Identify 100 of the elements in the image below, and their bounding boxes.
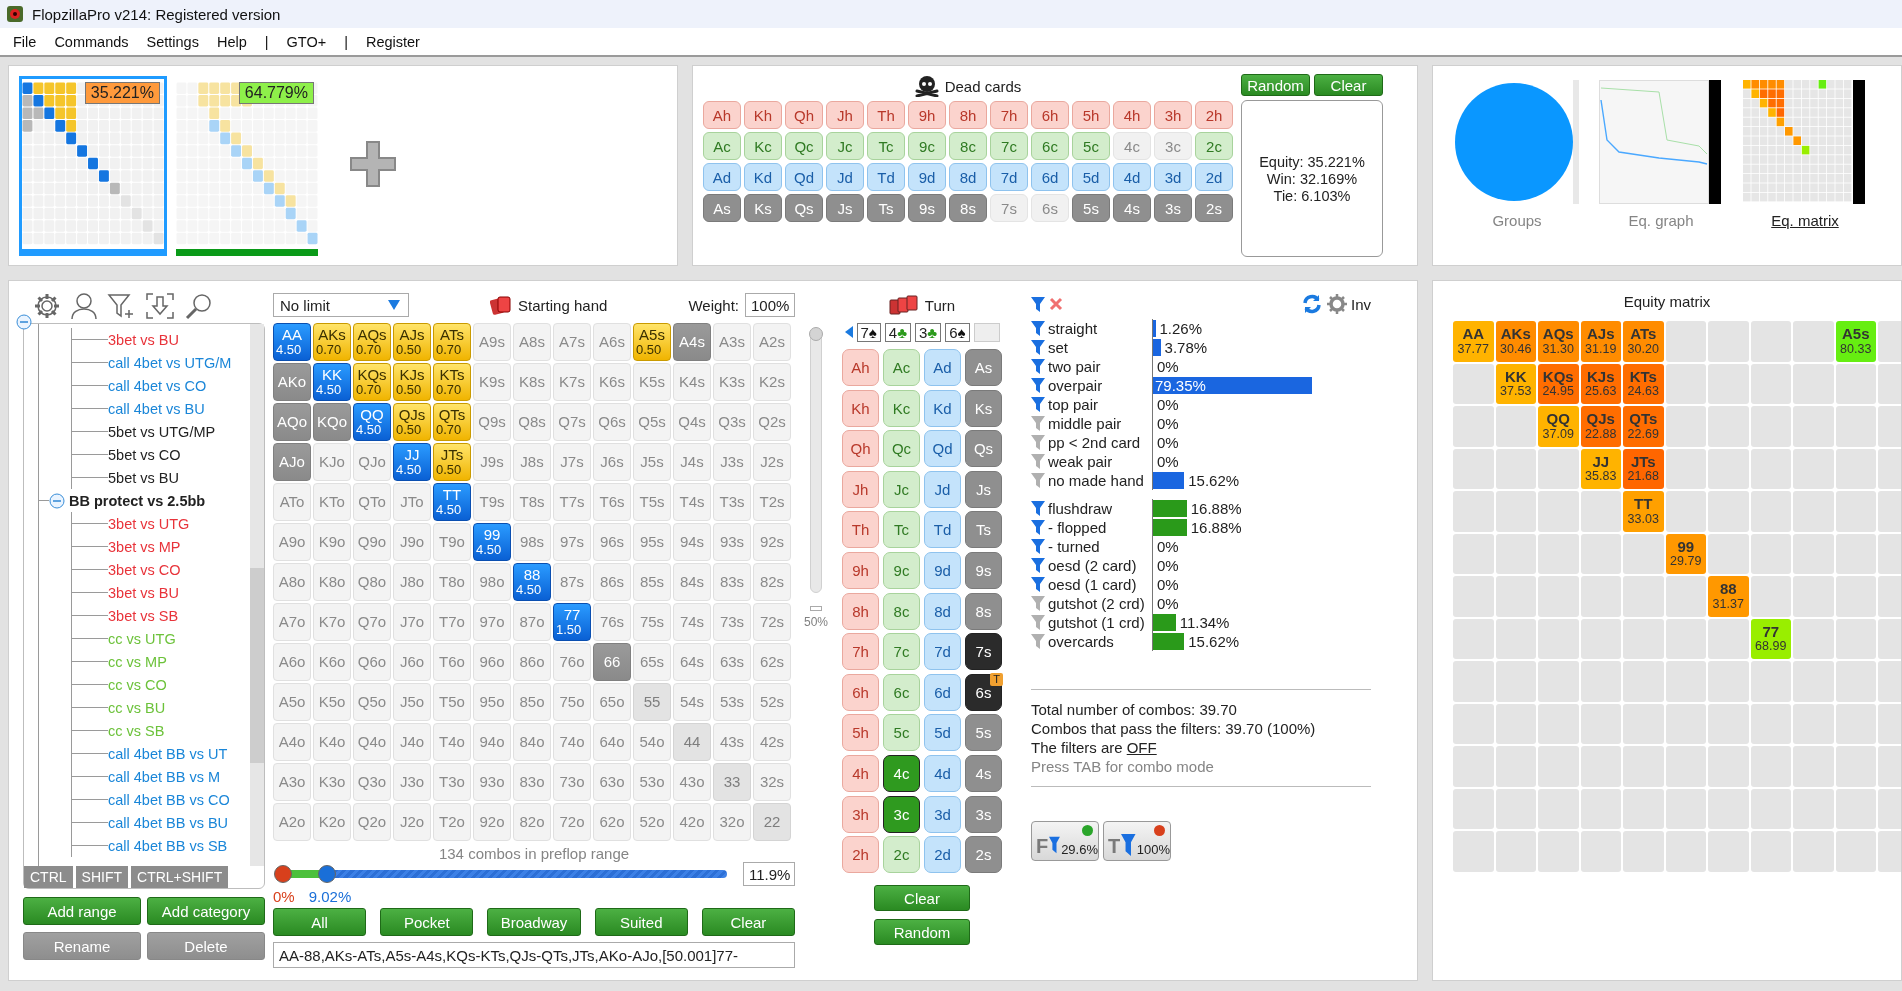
card-button[interactable]: 8c xyxy=(949,132,987,160)
tree-button[interactable]: Add range xyxy=(23,897,141,925)
hand-cell[interactable]: T9s xyxy=(473,483,511,521)
matrix-cell[interactable] xyxy=(1750,448,1791,489)
import-icon[interactable] xyxy=(145,292,175,320)
card-button[interactable]: 8c xyxy=(883,592,920,630)
matrix-cell[interactable] xyxy=(1750,321,1791,362)
filter-icon[interactable] xyxy=(1031,434,1045,451)
matrix-cell[interactable] xyxy=(1623,661,1664,702)
matrix-cell[interactable] xyxy=(1708,491,1749,532)
matrix-cell[interactable] xyxy=(1708,448,1749,489)
filter-toggle-button[interactable]: T 100% xyxy=(1103,821,1171,861)
card-button[interactable]: Kh xyxy=(744,101,782,129)
hand-cell[interactable]: 96s xyxy=(593,523,631,561)
menu-item[interactable]: Register xyxy=(356,33,429,50)
preset-button[interactable]: All xyxy=(273,908,367,936)
card-button[interactable]: 3c xyxy=(883,795,920,833)
matrix-cell[interactable] xyxy=(1538,703,1579,744)
hand-cell[interactable]: QJo xyxy=(353,443,391,481)
equity-cell[interactable]: TT 33.03 xyxy=(1623,491,1664,532)
hand-cell[interactable]: 64s xyxy=(673,643,711,681)
hand-cell[interactable]: K9o xyxy=(313,523,351,561)
equity-cell[interactable]: JJ 35.83 xyxy=(1580,448,1621,489)
card-button[interactable]: Ac xyxy=(703,132,741,160)
matrix-cell[interactable] xyxy=(1793,448,1834,489)
matrix-cell[interactable] xyxy=(1793,533,1834,574)
matrix-cell[interactable] xyxy=(1538,788,1579,829)
card-button[interactable]: Kc xyxy=(883,389,920,427)
hand-cell[interactable]: 32o xyxy=(713,803,751,841)
matrix-cell[interactable] xyxy=(1580,703,1621,744)
hand-cell[interactable]: 99 4.50 xyxy=(473,523,511,561)
card-button[interactable]: Jd xyxy=(826,163,864,191)
card-button[interactable]: 9d xyxy=(908,163,946,191)
card-button[interactable]: 9c xyxy=(908,132,946,160)
matrix-cell[interactable] xyxy=(1580,746,1621,787)
hand-cell[interactable]: AKo xyxy=(273,363,311,401)
hand-cell[interactable]: T9o xyxy=(433,523,471,561)
hand-cell[interactable]: 87s xyxy=(553,563,591,601)
slider-thumb[interactable] xyxy=(809,327,823,341)
matrix-cell[interactable] xyxy=(1835,831,1876,872)
card-button[interactable]: 3s xyxy=(1154,194,1192,222)
hand-cell[interactable]: J9s xyxy=(473,443,511,481)
hand-cell[interactable]: A3s xyxy=(713,323,751,361)
card-button[interactable]: 8h xyxy=(949,101,987,129)
matrix-cell[interactable] xyxy=(1750,831,1791,872)
hand-cell[interactable]: A4o xyxy=(273,723,311,761)
card-button[interactable]: 5c xyxy=(1072,132,1110,160)
card-button[interactable]: 3h xyxy=(842,795,879,833)
hand-cell[interactable]: Q8s xyxy=(513,403,551,441)
card-button[interactable]: 3d xyxy=(924,795,961,833)
collapse-icon[interactable] xyxy=(16,314,32,330)
matrix-cell[interactable] xyxy=(1708,831,1749,872)
hand-cell[interactable]: J5s xyxy=(633,443,671,481)
board-card[interactable]: 3♣ xyxy=(915,322,942,342)
hand-cell[interactable]: KK 4.50 xyxy=(313,363,351,401)
view-tab[interactable]: Eq. graph xyxy=(1628,212,1694,229)
filter-icon[interactable] xyxy=(1031,519,1045,536)
preset-button[interactable]: Suited xyxy=(594,908,688,936)
matrix-cell[interactable] xyxy=(1750,406,1791,447)
hand-cell[interactable]: KQs 0.70 xyxy=(353,363,391,401)
hand-cell[interactable]: A6o xyxy=(273,643,311,681)
card-button[interactable]: 3c xyxy=(1154,132,1192,160)
matrix-cell[interactable] xyxy=(1453,533,1494,574)
matrix-cell[interactable] xyxy=(1793,406,1834,447)
hand-cell[interactable]: JJ 4.50 xyxy=(393,443,431,481)
matrix-cell[interactable] xyxy=(1453,618,1494,659)
hand-cell[interactable]: 73o xyxy=(553,763,591,801)
hand-cell[interactable]: 98o xyxy=(473,563,511,601)
hand-cell[interactable]: KTs 0.70 xyxy=(433,363,471,401)
card-button[interactable]: 9h xyxy=(908,101,946,129)
card-button[interactable]: Kd xyxy=(924,389,961,427)
hand-cell[interactable]: J3s xyxy=(713,443,751,481)
weight-field[interactable]: 100% xyxy=(745,293,795,317)
hand-cell[interactable]: 64o xyxy=(593,723,631,761)
hand-cell[interactable]: Q3s xyxy=(713,403,751,441)
board-card[interactable]: 4♣ xyxy=(884,322,911,342)
hand-cell[interactable]: K4s xyxy=(673,363,711,401)
hand-cell[interactable]: A9s xyxy=(473,323,511,361)
matrix-cell[interactable] xyxy=(1495,618,1536,659)
card-button[interactable]: 8s xyxy=(949,194,987,222)
matrix-cell[interactable] xyxy=(1750,533,1791,574)
hand-cell[interactable]: K3s xyxy=(713,363,751,401)
hand-cell[interactable]: 77 1.50 xyxy=(553,603,591,641)
hand-cell[interactable]: AJs 0.50 xyxy=(393,323,431,361)
hand-cell[interactable]: K2s xyxy=(753,363,791,401)
hand-cell[interactable]: 22 xyxy=(753,803,791,841)
filter-icon[interactable] xyxy=(1031,472,1045,489)
matrix-cell[interactable] xyxy=(1665,788,1706,829)
card-button[interactable]: 4h xyxy=(1113,101,1151,129)
matrix-cell[interactable] xyxy=(1495,746,1536,787)
hand-cell[interactable]: Q2s xyxy=(753,403,791,441)
hand-cell[interactable]: 65o xyxy=(593,683,631,721)
hand-cell[interactable]: T5o xyxy=(433,683,471,721)
hand-cell[interactable]: K7o xyxy=(313,603,351,641)
card-button[interactable]: 2s xyxy=(965,836,1002,874)
matrix-cell[interactable] xyxy=(1538,448,1579,489)
card-button[interactable]: 2c xyxy=(883,836,920,874)
matrix-cell[interactable] xyxy=(1580,576,1621,617)
matrix-cell[interactable] xyxy=(1623,533,1664,574)
matrix-cell[interactable] xyxy=(1538,491,1579,532)
